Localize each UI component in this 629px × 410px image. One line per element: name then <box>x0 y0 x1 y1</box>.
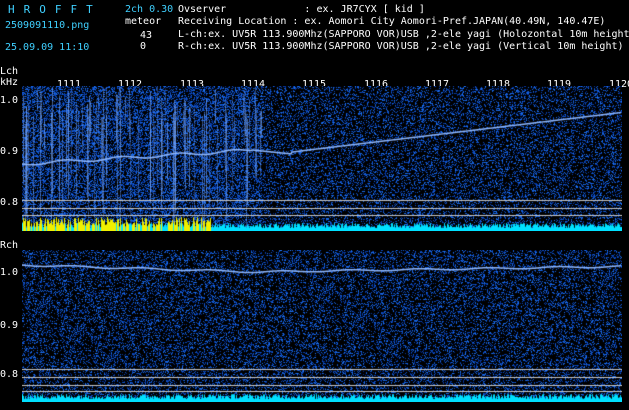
lch-waterfall <box>22 86 622 231</box>
lch-info: L-ch:ex. UV5R 113.900Mhz(SAPPORO VOR)USB… <box>178 29 629 40</box>
lch-ylabel-0-8: 0.8 <box>0 197 19 208</box>
lch-unit: kHz <box>0 77 19 88</box>
observer-info: Ovserver : ex. JR7CYX [ kid ] <box>178 4 425 15</box>
rch-ylabel-0-9: 0.9 <box>0 320 19 331</box>
rch-ylabel-1-0: 1.0 <box>0 267 19 278</box>
meteor-label: meteor <box>125 16 162 27</box>
lch-meteor-count: 43 <box>140 30 153 41</box>
lch-label: Lch <box>0 66 19 77</box>
filename-label: 2509091110.png <box>5 20 90 31</box>
datetime-label: 25.09.09 11:10 <box>5 42 90 53</box>
rch-waterfall <box>22 250 622 402</box>
lch-ylabel-0-9: 0.9 <box>0 146 19 157</box>
rch-meteor-count: 0 <box>140 41 147 52</box>
rch-ylabel-0-8: 0.8 <box>0 369 19 380</box>
location-info: Receiving Location : ex. Aomori City Aom… <box>178 16 606 27</box>
lch-ylabel-1-0: 1.0 <box>0 95 19 106</box>
rch-info: R-ch:ex. UV5R 113.900Mhz(SAPPORO VOR)USB… <box>178 41 624 52</box>
app-logo: HROFFT <box>8 3 102 16</box>
version-label: 2ch 0.30 <box>125 4 174 15</box>
rch-label: Rch <box>0 240 19 251</box>
